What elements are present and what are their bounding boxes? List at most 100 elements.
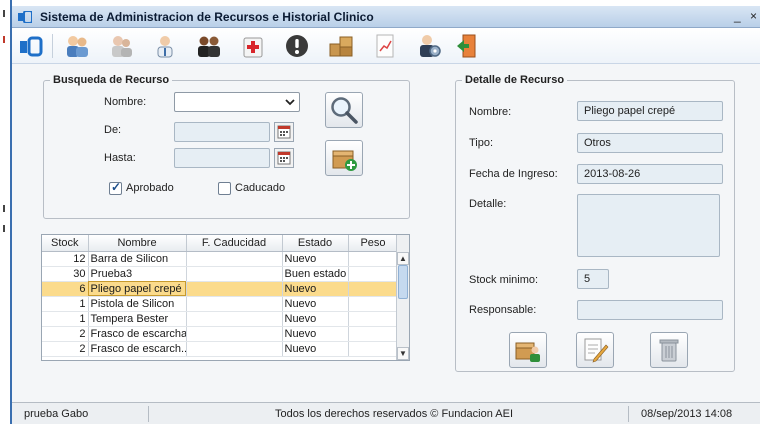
cell-peso: [348, 251, 399, 267]
de-date-field[interactable]: [174, 122, 270, 142]
edit-icon: [584, 338, 609, 363]
status-datetime: 08/sep/2013 14:08: [641, 408, 733, 420]
stock-minimo-field[interactable]: 5: [577, 269, 609, 289]
scroll-down-button[interactable]: ▼: [397, 347, 409, 360]
toolbar-exit-button[interactable]: [452, 31, 482, 61]
aprobado-checkbox[interactable]: [109, 180, 122, 195]
cell-caducidad: [186, 341, 283, 357]
status-separator: [148, 406, 149, 422]
de-calendar-button[interactable]: [274, 122, 294, 142]
detalle-textarea[interactable]: [577, 194, 720, 257]
toolbar-group-button[interactable]: [194, 31, 224, 61]
doctor-icon: [157, 36, 173, 58]
search-icon: [331, 97, 358, 124]
cell-estado: Nuevo: [282, 281, 349, 297]
cell-stock: 2: [42, 341, 89, 357]
cell-stock: 2: [42, 326, 89, 342]
detalle-nombre-field[interactable]: Pliego papel crepé: [577, 101, 723, 121]
cell-estado: Nuevo: [282, 311, 349, 327]
cell-nombre: Tempera Bester: [88, 311, 187, 327]
search-button[interactable]: [325, 92, 363, 128]
aprobado-label: Aprobado: [126, 182, 174, 194]
cell-stock: 1: [42, 311, 89, 327]
home-icon: [20, 36, 43, 57]
table-row[interactable]: 2 Frasco de escarch... Nuevo: [42, 341, 399, 357]
fecha-ingreso-field[interactable]: 2013-08-26: [577, 164, 723, 184]
delete-resource-button[interactable]: [650, 332, 688, 368]
status-separator: [628, 406, 629, 422]
window-title: Sistema de Administracion de Recursos e …: [40, 10, 374, 24]
chevron-down-icon: [285, 99, 295, 106]
medkit-icon: [243, 37, 263, 58]
table-row-selected[interactable]: 6 Pliego papel crepé Nuevo: [42, 281, 399, 297]
status-bar: prueba Gabo Todos los derechos reservado…: [12, 402, 760, 424]
table-header-row: Stock Nombre F. Caducidad Estado Peso: [42, 235, 399, 252]
responsable-field[interactable]: [577, 300, 723, 320]
title-bar: Sistema de Administracion de Recursos e …: [12, 6, 760, 28]
trash-icon: [659, 339, 679, 362]
scroll-up-button[interactable]: ▲: [397, 252, 409, 265]
hasta-label: Hasta:: [104, 152, 136, 164]
toolbar-user-settings-button[interactable]: [414, 31, 444, 61]
cell-caducidad: [186, 326, 283, 342]
toolbar-doctor-button[interactable]: [150, 31, 180, 61]
report-icon: [376, 34, 394, 58]
column-header-stock[interactable]: Stock: [42, 235, 89, 252]
assign-resource-button[interactable]: [509, 332, 547, 368]
calendar-icon: [277, 151, 291, 165]
column-header-caducidad[interactable]: F. Caducidad: [186, 235, 283, 252]
column-header-estado[interactable]: Estado: [282, 235, 349, 252]
edge-mark: [3, 10, 5, 17]
cell-nombre: Pistola de Silicon: [88, 296, 187, 312]
users-icon: [67, 36, 88, 57]
table-row[interactable]: 1 Tempera Bester Nuevo: [42, 311, 399, 327]
table-scrollbar[interactable]: ▲ ▼: [396, 235, 409, 360]
cell-caducidad: [186, 296, 283, 312]
close-button[interactable]: ×: [750, 9, 757, 23]
edit-resource-button[interactable]: [576, 332, 614, 368]
toolbar-medkit-button[interactable]: [238, 31, 268, 61]
exit-icon: [457, 34, 476, 58]
nombre-label: Nombre:: [104, 96, 147, 108]
nombre-select[interactable]: [174, 92, 300, 112]
cell-estado: Buen estado: [282, 266, 349, 282]
caducado-checkbox[interactable]: [218, 182, 231, 195]
cell-estado: Nuevo: [282, 341, 349, 357]
page-edge: [0, 0, 12, 424]
cell-stock: 6: [42, 281, 89, 297]
stock-minimo-label: Stock minimo:: [469, 274, 539, 286]
column-header-nombre[interactable]: Nombre: [88, 235, 187, 252]
table-row[interactable]: 1 Pistola de Silicon Nuevo: [42, 296, 399, 312]
cell-caducidad: [186, 281, 283, 297]
hasta-date-field[interactable]: [174, 148, 270, 168]
cell-peso: [348, 311, 399, 327]
hasta-calendar-button[interactable]: [274, 148, 294, 168]
add-resource-button[interactable]: [325, 140, 363, 176]
table-row[interactable]: 2 Frasco de escarcha Nuevo: [42, 326, 399, 342]
toolbar-report-button[interactable]: [370, 31, 400, 61]
user-settings-icon: [420, 35, 441, 57]
scroll-thumb[interactable]: [398, 265, 408, 299]
edge-mark: [3, 205, 5, 212]
group-icon: [198, 36, 220, 57]
boxes-icon: [329, 36, 353, 57]
table-row[interactable]: 30 Prueba3 Buen estado: [42, 266, 399, 282]
minimize-button[interactable]: _: [734, 9, 741, 23]
cell-caducidad: [186, 311, 283, 327]
cell-peso: [348, 326, 399, 342]
column-header-peso[interactable]: Peso: [348, 235, 399, 252]
toolbar-home-button[interactable]: [16, 31, 46, 61]
edge-mark: [3, 36, 5, 43]
toolbar-patients-button[interactable]: [106, 31, 136, 61]
cell-stock: 12: [42, 251, 89, 267]
cell-peso: [348, 341, 399, 357]
app-icon: [18, 11, 32, 23]
table-row[interactable]: 12 Barra de Silicon Nuevo: [42, 251, 399, 267]
toolbar-users-button[interactable]: [62, 31, 92, 61]
toolbar-separator: [52, 34, 53, 58]
responsable-label: Responsable:: [469, 304, 537, 316]
de-label: De:: [104, 124, 122, 136]
toolbar-alert-button[interactable]: [282, 31, 312, 61]
tipo-field[interactable]: Otros: [577, 133, 723, 153]
toolbar-boxes-button[interactable]: [326, 31, 356, 61]
